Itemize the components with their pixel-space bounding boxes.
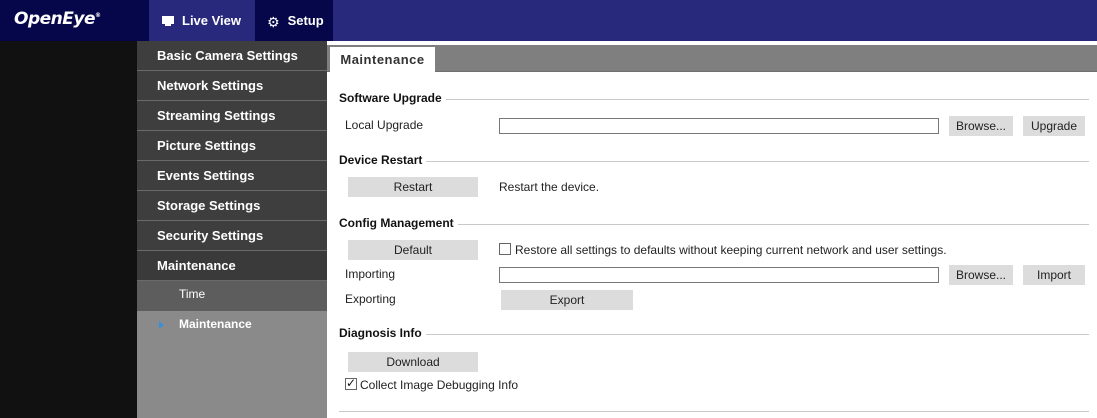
sidebar-item-security-settings[interactable]: Security Settings	[137, 221, 327, 251]
tab-maintenance[interactable]: Maintenance	[330, 47, 435, 73]
import-browse-button[interactable]: Browse...	[949, 265, 1013, 285]
config-management-title: Config Management	[339, 216, 458, 230]
sidebar-item-events-settings[interactable]: Events Settings	[137, 161, 327, 191]
import-file-field[interactable]	[499, 267, 939, 283]
top-navigation-bar: OpenEye® Live View ⚙ Setup	[0, 0, 1097, 41]
gear-icon: ⚙	[267, 13, 280, 30]
export-button[interactable]: Export	[501, 290, 633, 310]
monitor-icon	[162, 15, 174, 26]
download-button[interactable]: Download	[348, 352, 478, 372]
diagnosis-info-section: Diagnosis Info	[339, 326, 1089, 340]
main-content: Maintenance Software Upgrade Local Upgra…	[327, 41, 1097, 418]
restore-defaults-label: Restore all settings to defaults without…	[515, 243, 947, 257]
registered-mark: ®	[94, 12, 101, 19]
device-restart-section: Device Restart	[339, 153, 1089, 167]
nav-setup[interactable]: ⚙ Setup	[255, 0, 333, 41]
sidebar-item-basic-camera-settings[interactable]: Basic Camera Settings	[137, 41, 327, 71]
bottom-divider	[339, 411, 1089, 412]
sidebar-item-storage-settings[interactable]: Storage Settings	[137, 191, 327, 221]
sidebar-item-network-settings[interactable]: Network Settings	[137, 71, 327, 101]
software-upgrade-title: Software Upgrade	[339, 91, 446, 105]
tab-bar: Maintenance	[327, 45, 1097, 73]
sidebar-item-streaming-settings[interactable]: Streaming Settings	[137, 101, 327, 131]
nav-setup-label: Setup	[287, 13, 324, 28]
sidebar-subitem-maintenance-label: Maintenance	[179, 317, 252, 331]
sidebar-item-maintenance[interactable]: Maintenance	[137, 251, 327, 281]
nav-live-view[interactable]: Live View	[162, 0, 252, 41]
exporting-label: Exporting	[345, 292, 396, 306]
diagnosis-info-title: Diagnosis Info	[339, 326, 426, 340]
left-blank-strip	[0, 41, 137, 418]
local-upgrade-file-field[interactable]	[499, 118, 939, 134]
importing-label: Importing	[345, 267, 396, 281]
upgrade-browse-button[interactable]: Browse...	[949, 116, 1013, 136]
collect-debug-info-checkbox[interactable]	[345, 376, 357, 390]
logo-text: OpenEye	[14, 9, 95, 29]
nav-live-view-label: Live View	[182, 13, 242, 28]
local-upgrade-label: Local Upgrade	[345, 118, 424, 132]
collect-debug-info-label: Collect Image Debugging Info	[360, 378, 519, 392]
sidebar-item-picture-settings[interactable]: Picture Settings	[137, 131, 327, 161]
selected-arrow-icon	[159, 321, 164, 329]
device-restart-title: Device Restart	[339, 153, 427, 167]
restore-defaults-checkbox[interactable]	[499, 243, 511, 255]
software-upgrade-section: Software Upgrade	[339, 91, 1089, 105]
settings-sidebar: Basic Camera Settings Network Settings S…	[137, 41, 327, 418]
openeye-logo: OpenEye®	[0, 0, 149, 41]
config-management-section: Config Management	[339, 216, 1089, 230]
restart-button[interactable]: Restart	[348, 177, 478, 197]
upgrade-button[interactable]: Upgrade	[1023, 116, 1085, 136]
default-button[interactable]: Default	[348, 240, 478, 260]
restart-description: Restart the device.	[499, 180, 600, 194]
import-button[interactable]: Import	[1023, 265, 1085, 285]
sidebar-subitem-maintenance[interactable]: Maintenance	[137, 311, 327, 341]
sidebar-subitem-time[interactable]: Time	[137, 281, 327, 311]
